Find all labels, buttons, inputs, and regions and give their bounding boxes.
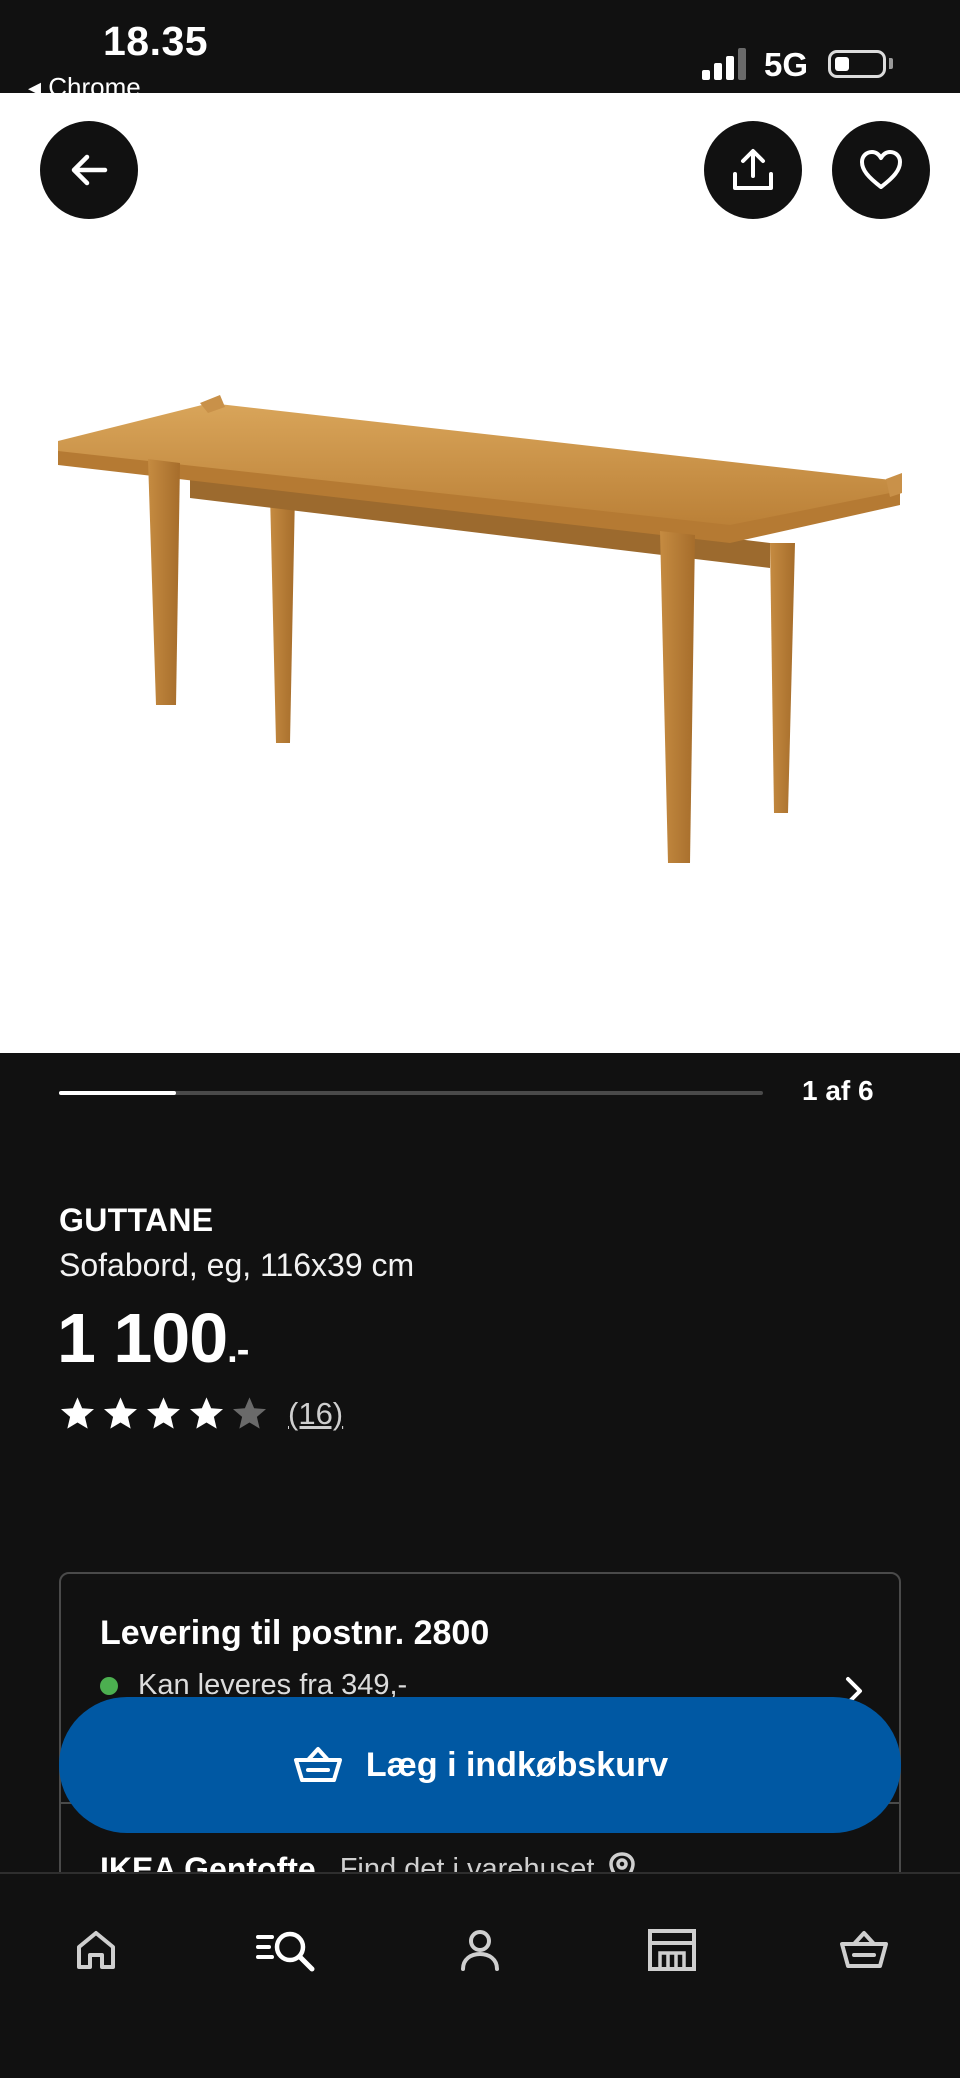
battery-tip (889, 58, 893, 69)
bottom-navigation (0, 1872, 960, 2078)
carousel-progress-fill (59, 1091, 177, 1095)
price-value: 1 100 (57, 1299, 228, 1377)
share-icon (733, 149, 773, 190)
star-empty-icon (233, 1397, 266, 1429)
star-filled-icon (147, 1397, 180, 1429)
status-bar: 18.35 ◂ Chrome 5G (0, 0, 960, 93)
product-name: GUTTANE (59, 1202, 214, 1238)
nav-stores[interactable] (632, 1910, 712, 1990)
rating-stars (59, 1395, 274, 1432)
carousel-counter: 1 af 6 (802, 1075, 874, 1106)
basket-icon (293, 1747, 342, 1782)
back-to-app-link[interactable]: ◂ Chrome (28, 74, 141, 93)
review-count-link[interactable]: (16) (288, 1396, 343, 1432)
price-suffix: .- (227, 1329, 249, 1371)
product-description: Sofabord, eg, 116x39 cm (59, 1247, 415, 1283)
profile-icon (461, 1930, 499, 1971)
delivery-title[interactable]: Levering til postnr. 2800 (100, 1614, 489, 1653)
arrow-left-icon (71, 154, 108, 186)
product-rating[interactable]: (16) (59, 1395, 343, 1432)
nav-home[interactable] (56, 1910, 136, 1990)
product-price: 1 100.- (57, 1298, 249, 1378)
availability-dot (100, 1676, 118, 1695)
carousel-progress (59, 1091, 763, 1095)
heart-icon (860, 150, 902, 189)
product-image-carousel[interactable] (0, 93, 960, 1053)
store-icon (648, 1929, 696, 1971)
network-type: 5G (764, 46, 809, 83)
nav-search[interactable] (247, 1910, 327, 1990)
nav-cart[interactable] (824, 1910, 904, 1990)
add-to-cart-label: Læg i indkøbskurv (365, 1745, 669, 1784)
battery-icon (828, 50, 886, 78)
add-to-cart-button[interactable]: Læg i indkøbskurv (59, 1697, 901, 1833)
product-photo (58, 395, 902, 863)
star-filled-icon (61, 1397, 94, 1429)
search-icon (256, 1931, 315, 1972)
star-filled-icon (190, 1397, 223, 1429)
home-icon (77, 1931, 115, 1969)
status-time: 18.35 (103, 18, 209, 64)
cart-icon (840, 1931, 888, 1968)
favorite-button[interactable] (832, 121, 930, 219)
nav-profile[interactable] (440, 1910, 520, 1990)
star-filled-icon (104, 1397, 137, 1429)
signal-icon (702, 48, 746, 80)
share-button[interactable] (704, 121, 802, 219)
back-button[interactable] (40, 121, 138, 219)
